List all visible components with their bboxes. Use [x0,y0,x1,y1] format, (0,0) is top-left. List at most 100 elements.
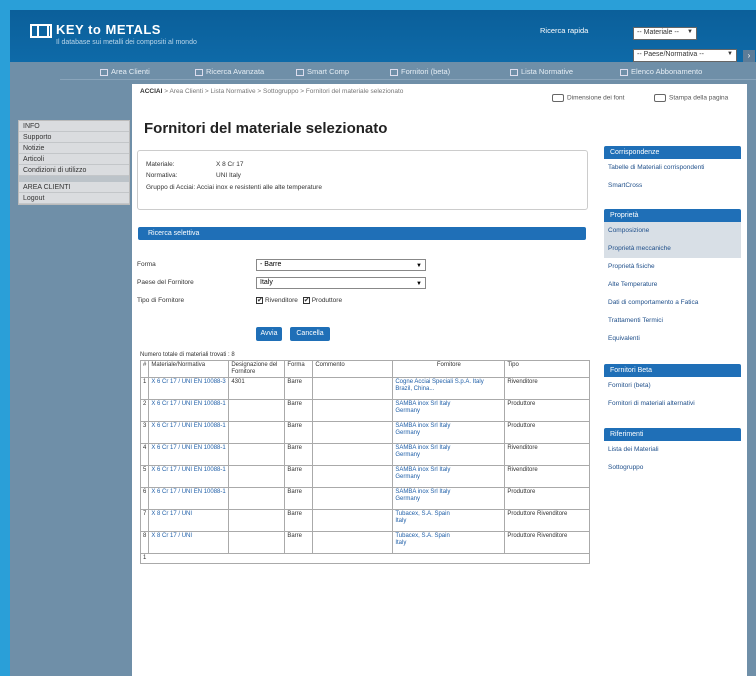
supplier-type: Rivenditore [504,465,590,488]
supplier-type: Produttore [504,399,590,422]
col-comment: Commento [312,360,394,378]
right-panel-riferimenti: Riferimenti Lista dei Materiali Sottogru… [604,428,741,477]
sidebar-item-supporto[interactable]: Supporto [19,132,129,143]
form-select[interactable]: - Barre [256,259,426,271]
row-number: 8 [139,531,150,554]
row-number: 7 [139,509,150,532]
search-button[interactable]: Avvia [256,327,282,341]
supplier-link[interactable]: SAMBA inox Srl Italy Germany [392,399,506,422]
row-form: Barre [284,531,314,554]
breadcrumb-path[interactable]: > Area Clienti > Lista Normative > Sotto… [164,88,403,95]
site-logo[interactable]: KEY to METALS [30,22,161,38]
supplier-type: Rivenditore [504,377,590,400]
row-comment [312,421,394,444]
material-link[interactable]: X 6 Cr 17 / UNI EN 10088-1 [148,443,230,466]
material-select[interactable]: -- Materiale -- [633,27,697,40]
nav-ricerca-avanzata[interactable]: Ricerca Avanzata [195,67,264,76]
subscription-icon [620,68,628,76]
print-tool[interactable]: Stampa della pagina [654,94,728,102]
supplier-link[interactable]: SAMBA inox Srl Italy Germany [392,465,506,488]
sidebar-item-articoli[interactable]: Articoli [19,154,129,165]
riferimenti-header: Riferimenti [604,428,741,441]
breadcrumb: ACCIAI > Area Clienti > Lista Normative … [140,87,470,96]
reset-button[interactable]: Cancella [290,327,330,341]
logo-text: KEY to METALS [56,22,161,37]
row-form: Barre [284,377,314,400]
supplier-link[interactable]: Tubacex, S.A. Spain Italy [392,531,506,554]
row-number: 1 [139,377,150,400]
material-link[interactable]: X 6 Cr 17 / UNI EN 10088-1 [148,399,230,422]
material-link[interactable]: X 6 Cr 17 / UNI EN 10088-1 [148,465,230,488]
country-select[interactable]: -- Paese/Normativa -- [633,49,737,62]
sidebar-item-info[interactable]: INFO [19,121,129,132]
compare-icon [296,68,304,76]
nav-smart-comp[interactable]: Smart Comp [296,67,349,76]
pagination[interactable]: 1 [140,553,590,564]
distributor-label: Rivenditore [265,297,298,305]
table-row: 2X 6 Cr 17 / UNI EN 10088-1 Barre SAMBA in… [139,399,590,422]
link-proprieta-meccaniche[interactable]: Proprietà meccaniche [604,240,741,258]
nav-area-clienti[interactable]: Area Clienti [100,67,150,76]
supplier-link[interactable]: SAMBA inox Srl Italy Germany [392,443,506,466]
col-designation: Designazione del Fornitore [228,360,286,378]
supplier-icon [390,68,398,76]
font-size-tool[interactable]: Dimensione dei font [552,94,624,102]
distributor-checkbox[interactable]: ✔ [256,297,263,304]
supplier-designation [228,531,286,554]
col-material: Materiale/Normativa [148,360,230,378]
supplier-type: Rivenditore [504,443,590,466]
link-tabelle-corrispondenti[interactable]: Tabelle di Materiali corrispondenti [604,159,741,177]
link-smartcross[interactable]: SmartCross [604,177,741,195]
supplier-link[interactable]: SAMBA inox Srl Italy Germany [392,421,506,444]
material-link[interactable]: X 6 Cr 17 / UNI EN 10088-1 [148,487,230,510]
row-comment [312,509,394,532]
table-header-row: # Materiale/Normativa Designazione del F… [139,360,590,378]
row-number: 4 [139,443,150,466]
standard-label: Normativa: [146,172,178,179]
left-sidebar: INFO Supporto Notizie Articoli Condizion… [18,120,130,205]
sidebar-item-area-clienti[interactable]: AREA CLIENTI [19,182,129,193]
logo-icon [30,23,52,38]
supplier-designation [228,421,286,444]
material-label: Materiale: [146,161,175,168]
sidebar-item-condizioni[interactable]: Condizioni di utilizzo [19,165,129,176]
material-link[interactable]: X 8 Cr 17 / UNI [148,531,230,554]
supplier-designation [228,509,286,532]
link-fornitori[interactable]: Fornitori (beta) [604,377,741,395]
link-proprieta-fisiche[interactable]: Proprietà fisiche [604,258,741,276]
row-form: Barre [284,421,314,444]
table-row: 3X 6 Cr 17 / UNI EN 10088-1 Barre SAMBA in… [139,421,590,444]
link-alte-temperature[interactable]: Alte Temperature [604,276,741,294]
sidebar-item-notizie[interactable]: Notizie [19,143,129,154]
supplier-link[interactable]: SAMBA inox Srl Italy Germany [392,487,506,510]
link-fornitori-alternativi[interactable]: Fornitori di materiali alternativi [604,395,741,413]
breadcrumb-root[interactable]: ACCIAI [140,88,162,95]
supplier-link[interactable]: Cogne Acciai Speciali S.p.A. Italy Brazil… [392,377,506,400]
nav-fornitori[interactable]: Fornitori (beta) [390,67,450,76]
col-type: Tipo [504,360,590,378]
supplier-link[interactable]: Tubacex, S.A. Spain Italy [392,509,506,532]
material-value: X 8 Cr 17 [216,161,244,168]
site-header: KEY to METALS Il database sui metalli de… [10,10,756,62]
nav-abbonamento[interactable]: Elenco Abbonamento [620,67,702,76]
nav-lista-normative[interactable]: Lista Normative [510,67,573,76]
row-form: Barre [284,443,314,466]
row-form: Barre [284,487,314,510]
corrispondenze-header: Corrispondenze [604,146,741,159]
sidebar-item-logout[interactable]: Logout [19,193,129,204]
supplier-country-select[interactable]: Italy [256,277,426,289]
link-equivalenti[interactable]: Equivalenti [604,330,741,348]
link-composizione[interactable]: Composizione [604,222,741,240]
material-link[interactable]: X 6 Cr 17 / UNI EN 10088-3 [148,377,230,400]
material-link[interactable]: X 6 Cr 17 / UNI EN 10088-1 [148,421,230,444]
link-lista-materiali[interactable]: Lista dei Materiali [604,441,741,459]
producer-checkbox[interactable]: ✔ [302,297,310,304]
link-trattamenti-termici[interactable]: Trattamenti Termici [604,312,741,330]
font-size-icon [552,94,564,102]
link-sottogruppo[interactable]: Sottogruppo [604,459,741,477]
go-button[interactable]: › [743,50,755,62]
material-link[interactable]: X 8 Cr 17 / UNI [148,509,230,532]
link-fatica[interactable]: Dati di comportamento a Fatica [604,294,741,312]
row-comment [312,531,394,554]
supplier-type-options: ✔ Rivenditore ✔ Produttore [256,297,342,304]
